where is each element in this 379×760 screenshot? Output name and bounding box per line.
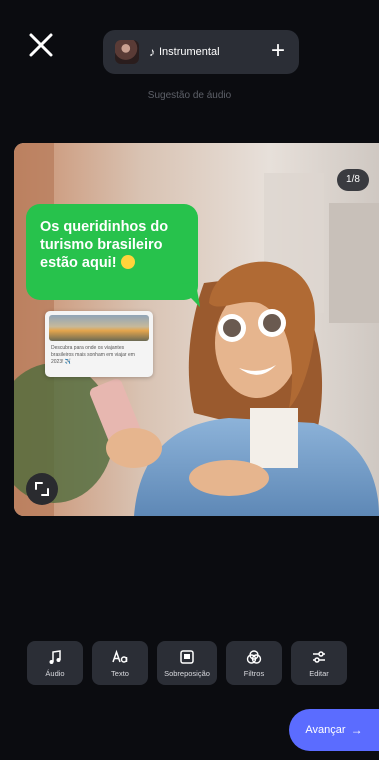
close-icon: [29, 33, 53, 57]
tool-text-label: Texto: [111, 668, 129, 678]
tool-overlay-button[interactable]: Sobreposição: [157, 641, 217, 685]
close-button[interactable]: [26, 30, 56, 60]
tool-edit-label: Editar: [309, 668, 329, 678]
next-button-label: Avançar: [305, 724, 346, 736]
tool-overlay-label: Sobreposição: [164, 668, 210, 678]
audio-suggestion-text: Sugestão de áudio: [147, 90, 232, 101]
overlay-icon: [180, 649, 194, 664]
sliders-icon: [313, 650, 325, 663]
next-button[interactable]: Avançar →: [289, 709, 379, 751]
expand-icon: [35, 482, 49, 496]
add-audio-button[interactable]: +: [271, 38, 285, 64]
tool-filters-label: Filtros: [243, 668, 265, 678]
speech-bubble[interactable]: Os queridinhos do turismo brasileiro est…: [26, 204, 198, 300]
text-icon: [112, 649, 128, 663]
audio-track-label: Instrumental: [159, 46, 220, 58]
media-preview[interactable]: 1/8 Os queridinhos do turismo brasileiro…: [14, 143, 379, 516]
top-bar: ♪ Instrumental + Sugestão de áudio: [0, 0, 379, 140]
tool-filters-button[interactable]: Filtros: [226, 641, 282, 685]
resize-button[interactable]: [26, 473, 58, 505]
music-icon: [49, 649, 61, 664]
filter-icon: [246, 649, 262, 664]
arrow-right-icon: →: [350, 723, 363, 737]
tool-audio-label: Áudio: [45, 668, 65, 678]
tool-audio-button[interactable]: Áudio: [27, 641, 83, 685]
smile-emoji-icon: [120, 255, 135, 269]
tool-edit-button[interactable]: Editar: [291, 641, 347, 685]
audio-thumbnail: [115, 40, 139, 64]
music-note-icon: ♪: [149, 45, 155, 59]
card-image: [49, 315, 149, 341]
media-count-badge: 1/8: [337, 169, 369, 191]
bubble-text: Os queridinhos do turismo brasileiro est…: [40, 219, 169, 271]
editing-toolbar: Áudio Texto Sobreposição Filtros Editar: [27, 641, 347, 685]
tool-text-button[interactable]: Texto: [92, 641, 148, 685]
audio-selector[interactable]: ♪ Instrumental +: [103, 30, 299, 74]
article-card-overlay[interactable]: Descubra para onde os viajantes brasilei…: [45, 311, 153, 377]
card-text: Descubra para onde os viajantes brasilei…: [51, 345, 135, 365]
